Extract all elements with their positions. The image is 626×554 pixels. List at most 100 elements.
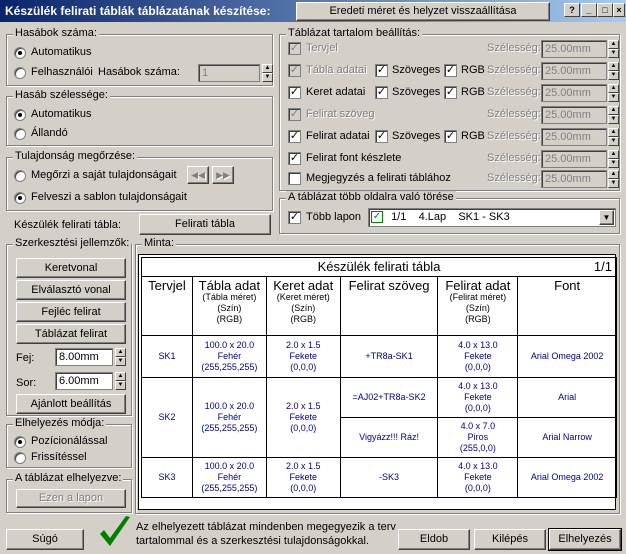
multi-page-label: Több lapon [306,211,362,223]
label-data-label: Felirat adatai [306,130,370,142]
header-label-data-sub2: (Szín) [465,303,490,313]
label-font-checkbox[interactable]: ✓ [288,152,301,165]
frame-data-rgb-checkbox[interactable]: ✓ [444,86,457,99]
frame-data-text-checkbox[interactable]: ✓ [375,86,388,99]
status-message: Az elhelyezett táblázat mindenben megegy… [136,521,396,547]
cell-line: 4.0 x 13.0 [458,340,498,350]
label-data-text-label: Szöveges [392,130,441,142]
minimize-icon[interactable]: _ [581,3,597,17]
head-height-field[interactable]: 8.00mm [55,348,113,366]
row-height-field[interactable]: 6.00mm [55,372,113,390]
tervjel-width-field[interactable]: 25.00mm [541,40,607,58]
head-height-spinner[interactable]: ▲ ▼ [115,348,126,366]
page-select[interactable]: ✓ 1/1 4.Lap SK1 - SK3 [368,208,616,227]
discard-button[interactable]: Eldob [398,529,470,550]
table-data-checkbox[interactable]: ✓ [288,64,301,77]
header-label-data-sub1: (Felirat méret) [449,292,507,302]
columns-user-radio[interactable] [14,67,26,79]
cell-line: (0,0,0) [290,483,317,493]
columns-count-field[interactable]: 1 [198,64,260,82]
note-label: Megjegyzés a felirati táblához [306,172,451,184]
recommended-button[interactable]: Ajánlott beállítás [16,394,126,414]
cell-line: (255,0,0) [459,443,496,453]
header-frame-data-sub2: (Szín) [291,303,316,313]
column-width-title: Hasáb szélessége: [13,89,110,101]
tervjel-checkbox[interactable]: ✓ [288,42,301,55]
note-width-field[interactable]: 25.00mm [541,170,607,188]
refresh-radio[interactable] [14,452,26,464]
table-data-rgb-checkbox[interactable]: ✓ [444,64,457,77]
header-table-data-sub3: (RGB) [216,314,243,324]
table-data-width-field[interactable]: 25.00mm [541,62,607,80]
cell-line: (0,0,0) [464,483,491,493]
label-text-width-spinner[interactable]: ▲ ▼ [608,106,619,124]
positional-radio[interactable] [14,436,26,448]
place-button[interactable]: Elhelyezés [548,528,622,551]
cell-line: Fekete [464,351,492,361]
label-data-width-label: Szélesség: [487,130,541,142]
table-data-width-spinner[interactable]: ▲ ▼ [608,62,619,80]
label-font-width-label: Szélesség: [487,152,541,164]
row-height-spinner[interactable]: ▲ ▼ [115,372,126,390]
frame-data-checkbox[interactable]: ✓ [288,86,301,99]
label-text-checkbox[interactable]: ✓ [288,108,301,121]
note-width-spinner[interactable]: ▲ ▼ [608,170,619,188]
columns-auto-radio[interactable] [14,47,26,59]
sample-table-title: Készülék felirati tábla [317,258,441,274]
tervjel-width-spinner[interactable]: ▲ ▼ [608,40,619,58]
multi-page-checkbox[interactable]: ✓ [288,211,301,224]
take-template-radio[interactable] [14,192,26,204]
note-checkbox[interactable] [288,172,301,185]
page-select-check-icon: ✓ [371,211,383,224]
font-cell: Arial Omega 2002 [517,457,617,498]
cell-line: Fehér [217,412,242,422]
frame-data-width-field[interactable]: 25.00mm [541,84,607,102]
frame-line-button[interactable]: Keretvonal [16,258,126,278]
width-auto-label: Automatikus [31,108,92,120]
label-font-width-spinner[interactable]: ▲ ▼ [608,150,619,168]
label-data-width-field[interactable]: 25.00mm [541,128,607,146]
header-frame-data: Keret adat [273,278,334,293]
label-text-width-field[interactable]: 25.00mm [541,106,607,124]
header-label-button[interactable]: Fejléc felirat [16,302,126,322]
header-frame-data-sub1: (Keret méret) [276,292,330,302]
device-table-button[interactable]: Felirati tábla [139,214,271,235]
cell-line: (255,255,255) [201,423,258,433]
label-data-text-checkbox[interactable]: ✓ [375,130,388,143]
help-button[interactable]: Súgó [6,529,84,550]
separator-line-button[interactable]: Elválasztó vonal [16,280,126,300]
exit-button[interactable]: Kilépés [474,529,546,550]
columns-count-spinner[interactable]: ▲ ▼ [262,64,273,82]
sample-preview: Készülék felirati tábla 1/1 Tervjel Tábl… [138,254,617,510]
this-sheet-button[interactable]: Ezen a lapon [16,489,126,508]
table-data-text-checkbox[interactable]: ✓ [375,64,388,77]
columns-user-label: Felhasználói [31,66,93,78]
fast-forward-button[interactable]: ▶▶ [212,166,234,184]
cell-line: 2.0 x 1.5 [285,340,321,350]
label-data-checkbox[interactable]: ✓ [288,130,301,143]
page-select-dropdown-icon[interactable]: ▼ [599,210,614,225]
rewind-icon: ◀◀ [191,170,205,180]
frame-data-width-spinner[interactable]: ▲ ▼ [608,84,619,102]
rewind-button[interactable]: ◀◀ [187,166,209,184]
table-data-label: Tábla adatai [306,64,367,76]
maximize-icon[interactable]: □ [597,3,613,17]
reset-size-button[interactable]: Eredeti méret és helyzet visszaállítása [296,2,550,21]
label-data-width-spinner[interactable]: ▲ ▼ [608,128,619,146]
close-icon[interactable]: × [613,3,625,17]
width-fixed-radio[interactable] [14,128,26,140]
label-text-cell: -SK3 [339,457,439,498]
table-data-rgb-label: RGB [461,64,485,76]
cell-line: (0,0,0) [464,403,491,413]
check-icon [100,516,130,546]
width-fixed-label: Állandó [31,127,68,139]
keep-own-radio[interactable] [14,170,26,182]
table-label-button[interactable]: Táblázat felirat [16,324,126,344]
label-data-rgb-checkbox[interactable]: ✓ [444,130,457,143]
width-auto-radio[interactable] [14,109,26,121]
help-icon[interactable]: ? [564,3,580,17]
page-select-value: 1/1 4.Lap SK1 - SK3 [391,211,510,223]
font-cell: Arial Omega 2002 [517,335,617,378]
cell-line: (0,0,0) [290,362,317,372]
label-font-width-field[interactable]: 25.00mm [541,150,607,168]
